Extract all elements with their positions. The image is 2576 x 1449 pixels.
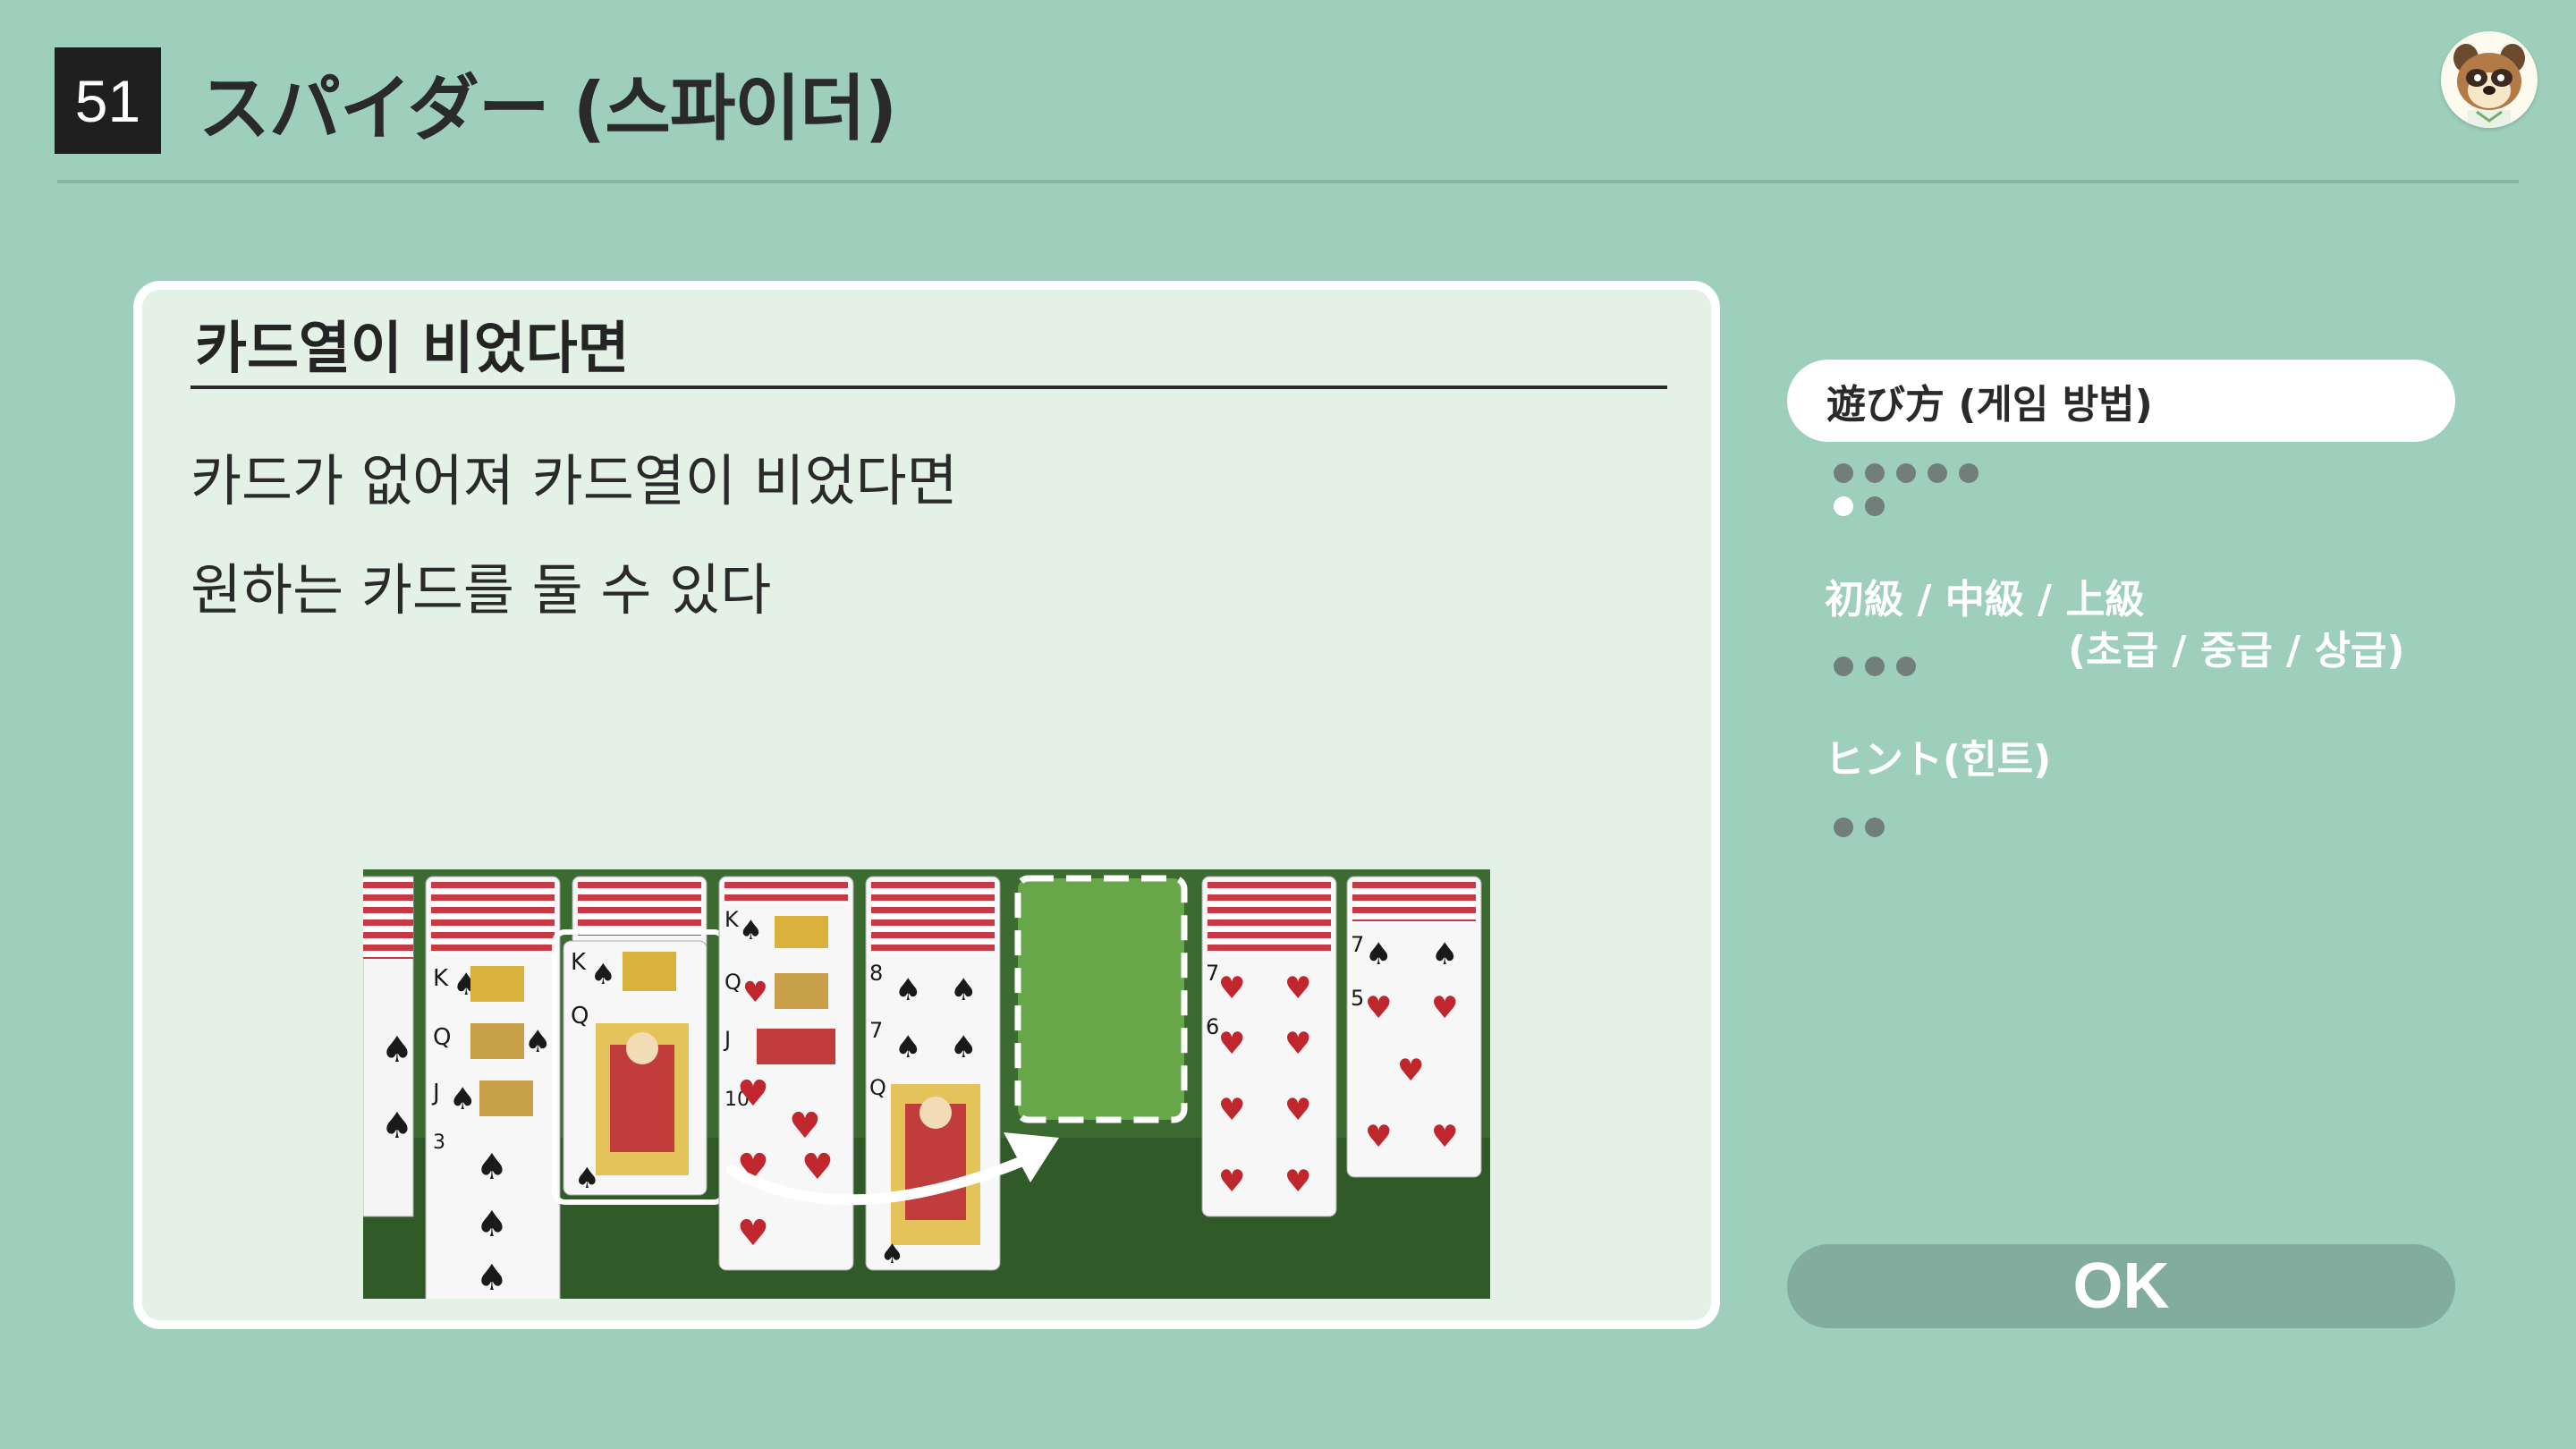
card-7-1-suit-4: ♥	[1365, 1119, 1392, 1155]
column-2: K ♠ Q ♠	[552, 876, 727, 1205]
card-3-3-suit-4: ♥	[801, 1147, 834, 1188]
card-4-1-rank: 7	[869, 1018, 883, 1043]
card-4-0-suit-2: ♠	[950, 972, 977, 1008]
card-0-suit: ♠	[381, 1030, 413, 1071]
column-1: K ♠ Q ♠ J ♠ 3 ♠ ♠ ♠	[425, 876, 561, 1299]
heading-divider	[191, 386, 1667, 389]
card-1-1-rank: Q	[433, 1024, 451, 1051]
card-3-2-rank: J	[723, 1027, 731, 1052]
page-dot-6-current[interactable]	[1834, 496, 1853, 516]
card-3-0-suit: ♠	[739, 915, 763, 946]
card-1-3-suit: ♠	[476, 1147, 508, 1188]
tab-how-to-play-label: 遊び方 (게임 방법)	[1826, 382, 2153, 428]
spider-tableau-illustration: ♠ ♠ K ♠ Q ♠ J ♠ 3 ♠ ♠ ♠ K ♠ Q ♠ K ♠ Q ♥ …	[363, 869, 1490, 1299]
card-3-0-rank: K	[724, 907, 740, 932]
card-4-2-suit: ♠	[880, 1239, 904, 1270]
column-3: K ♠ Q ♥ J 10 ♥ ♥ ♥ ♥ ♥	[718, 876, 854, 1271]
tab-how-to-play[interactable]: 遊び方 (게임 방법)	[1787, 360, 2455, 442]
card-6-1-suit-6: ♥	[1284, 1164, 1311, 1199]
tab-hint[interactable]: ヒント(힌트)	[1825, 729, 2051, 783]
column-4: 8 ♠ ♠ 7 ♠ ♠ Q ♠	[865, 876, 1001, 1271]
page-dot-3[interactable]	[1896, 463, 1916, 483]
raccoon-avatar-icon[interactable]	[2441, 31, 2538, 128]
card-1-0-rank: K	[433, 965, 449, 992]
card-6-1-suit-4: ♥	[1284, 1092, 1311, 1128]
card-6-1-rank: 6	[1206, 1014, 1219, 1039]
column-7: 7 ♠ ♠ 5 ♥ ♥ ♥ ♥ ♥	[1346, 876, 1482, 1178]
card-7-1-rank: 5	[1351, 986, 1364, 1011]
body-line-2: 원하는 카드를 둘 수 있다	[191, 557, 772, 623]
card-7-0-suit: ♠	[1365, 936, 1392, 972]
card-2-1-suit: ♠	[574, 1161, 600, 1195]
card-1-3-rank: 3	[433, 1131, 445, 1154]
hint-dot-1[interactable]	[1834, 818, 1853, 837]
card-1-2-rank: J	[431, 1080, 440, 1106]
hint-dot-2[interactable]	[1865, 818, 1885, 837]
tab-difficulty-sub-label: (초급 / 중급 / 상급)	[2068, 628, 2405, 674]
header-divider	[57, 180, 2519, 183]
tab-difficulty[interactable]: 初級 / 中級 / 上級	[1825, 569, 2144, 623]
page-dot-4[interactable]	[1928, 463, 1947, 483]
card-7-0-rank: 7	[1351, 932, 1364, 957]
card-7-1-suit-3: ♥	[1397, 1053, 1424, 1089]
section-heading: 카드열이 비었다면	[195, 315, 630, 381]
card-3-3-suit: ♥	[737, 1073, 769, 1114]
card-4-0-suit: ♠	[894, 972, 921, 1008]
card-1-2-suit: ♠	[449, 1081, 476, 1117]
card-2-0-rank: K	[571, 949, 587, 976]
card-6-1-suit-5: ♥	[1218, 1164, 1245, 1199]
card-6-0-suit: ♥	[1218, 970, 1245, 1006]
card-6-1-suit-3: ♥	[1218, 1092, 1245, 1128]
card-4-1-suit: ♠	[894, 1030, 921, 1065]
game-title: スパイダー (스파이더)	[199, 67, 897, 150]
card-3-3-suit-2: ♥	[789, 1106, 821, 1147]
ok-button[interactable]: OK	[1787, 1244, 2455, 1328]
card-2-0-suit: ♠	[590, 957, 616, 991]
tableau-svg: ♠ ♠ K ♠ Q ♠ J ♠ 3 ♠ ♠ ♠ K ♠ Q ♠ K ♠ Q ♥ …	[363, 869, 1490, 1299]
card-0-suit-2: ♠	[381, 1106, 413, 1147]
card-1-3-suit-2: ♠	[476, 1204, 508, 1245]
difficulty-dot-2[interactable]	[1865, 657, 1885, 676]
difficulty-dot-3[interactable]	[1896, 657, 1916, 676]
column-6: 7 ♥ ♥ 6 ♥ ♥ ♥ ♥ ♥ ♥	[1201, 876, 1337, 1217]
card-4-1-suit-2: ♠	[950, 1030, 977, 1065]
card-4-0-rank: 8	[869, 961, 883, 986]
empty-slot-icon	[1014, 875, 1188, 1123]
card-2-1-rank: Q	[571, 1003, 589, 1030]
card-7-0-suit-2: ♠	[1431, 936, 1458, 972]
card-6-1-suit-2: ♥	[1284, 1026, 1311, 1062]
card-4-2-rank: Q	[869, 1075, 886, 1100]
card-1-1-suit: ♠	[524, 1024, 551, 1060]
page-dot-5[interactable]	[1959, 463, 1979, 483]
card-7-1-suit-5: ♥	[1431, 1119, 1458, 1155]
column-0-backs	[363, 878, 413, 959]
card-3-1-rank: Q	[724, 970, 741, 995]
page-dot-2[interactable]	[1865, 463, 1885, 483]
card-7-1-suit: ♥	[1365, 990, 1392, 1026]
body-line-1: 카드가 없어져 카드열이 비었다면	[191, 448, 958, 513]
card-6-1-suit: ♥	[1218, 1026, 1245, 1062]
card-1-3-suit-3: ♠	[476, 1258, 508, 1299]
game-number-badge: 51	[55, 47, 161, 154]
card-3-3-suit-5: ♥	[737, 1213, 769, 1254]
card-3-1-suit: ♥	[742, 975, 768, 1009]
page-dot-7[interactable]	[1865, 496, 1885, 516]
card-7-1-suit-2: ♥	[1431, 990, 1458, 1026]
difficulty-dot-1[interactable]	[1834, 657, 1853, 676]
page-dot-1[interactable]	[1834, 463, 1853, 483]
card-6-0-suit-2: ♥	[1284, 970, 1311, 1006]
card-6-0-rank: 7	[1206, 961, 1219, 986]
